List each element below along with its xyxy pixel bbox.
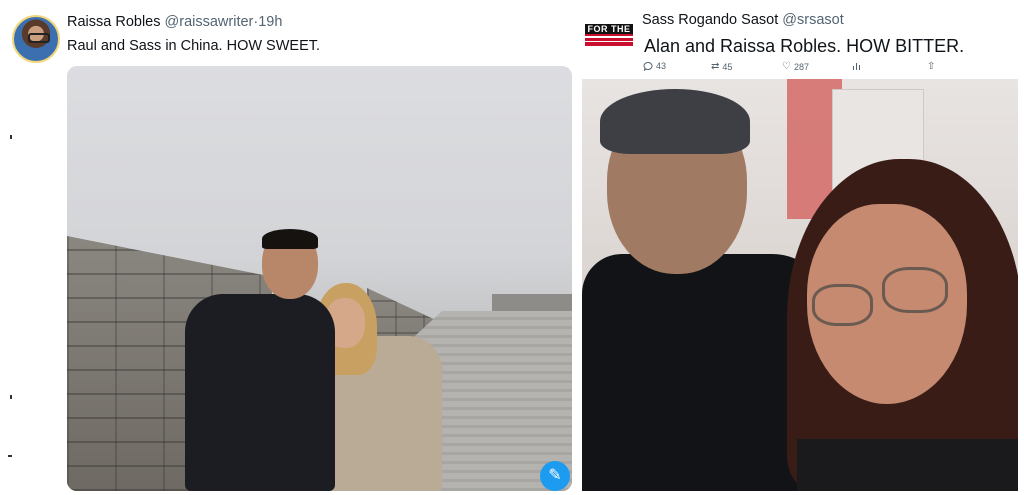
glasses-lens-right bbox=[882, 267, 948, 313]
man-figure bbox=[185, 294, 335, 491]
views-button[interactable] bbox=[852, 61, 862, 71]
heart-icon: ♡ bbox=[782, 61, 791, 72]
feather-compose-icon[interactable]: ✎ bbox=[540, 461, 570, 491]
reply-icon bbox=[643, 61, 653, 71]
avatar-glasses bbox=[28, 33, 50, 43]
right-tweet-photo[interactable] bbox=[582, 79, 1018, 491]
right-author-name[interactable]: Sass Rogando Sasot bbox=[642, 12, 778, 28]
left-tweet-text: Raul and Sass in China. HOW SWEET. bbox=[67, 38, 321, 54]
retweet-button[interactable]: ⇄ 45 bbox=[711, 61, 732, 72]
right-author-handle[interactable]: @srsasot bbox=[782, 12, 843, 28]
share-button[interactable]: ⇧ bbox=[927, 61, 935, 72]
man-hair bbox=[600, 89, 750, 154]
left-tweet-photo[interactable]: ✎ bbox=[67, 66, 572, 491]
left-tweet-time[interactable]: 19h bbox=[258, 14, 282, 30]
source-logo[interactable]: FOR THE bbox=[585, 24, 633, 46]
left-author-name[interactable]: Raissa Robles bbox=[67, 14, 161, 30]
right-tweet-text: Alan and Raissa Robles. HOW BITTER. bbox=[644, 36, 965, 56]
reply-count: 43 bbox=[656, 61, 667, 71]
man-hair bbox=[262, 229, 318, 249]
reply-button[interactable]: 43 bbox=[643, 61, 666, 71]
analytics-icon bbox=[853, 63, 860, 70]
retweet-count: 45 bbox=[722, 61, 733, 72]
left-author-handle[interactable]: @raissawriter bbox=[165, 14, 254, 30]
left-tweet-header: Raissa Robles @raissawriter·19h bbox=[67, 14, 282, 30]
retweet-icon: ⇄ bbox=[711, 61, 720, 72]
share-icon: ⇧ bbox=[927, 61, 936, 72]
margin-mark bbox=[10, 395, 12, 399]
woman-top bbox=[797, 439, 1018, 491]
like-button[interactable]: ♡ 287 bbox=[782, 61, 809, 72]
margin-mark bbox=[10, 135, 12, 139]
author-avatar[interactable] bbox=[12, 15, 60, 63]
logo-stripes-icon bbox=[585, 36, 633, 42]
margin-mark bbox=[8, 455, 12, 457]
right-tweet-header: Sass Rogando Sasot @srsasot bbox=[642, 12, 844, 28]
like-count: 287 bbox=[793, 61, 809, 72]
glasses-lens-left bbox=[812, 284, 873, 326]
